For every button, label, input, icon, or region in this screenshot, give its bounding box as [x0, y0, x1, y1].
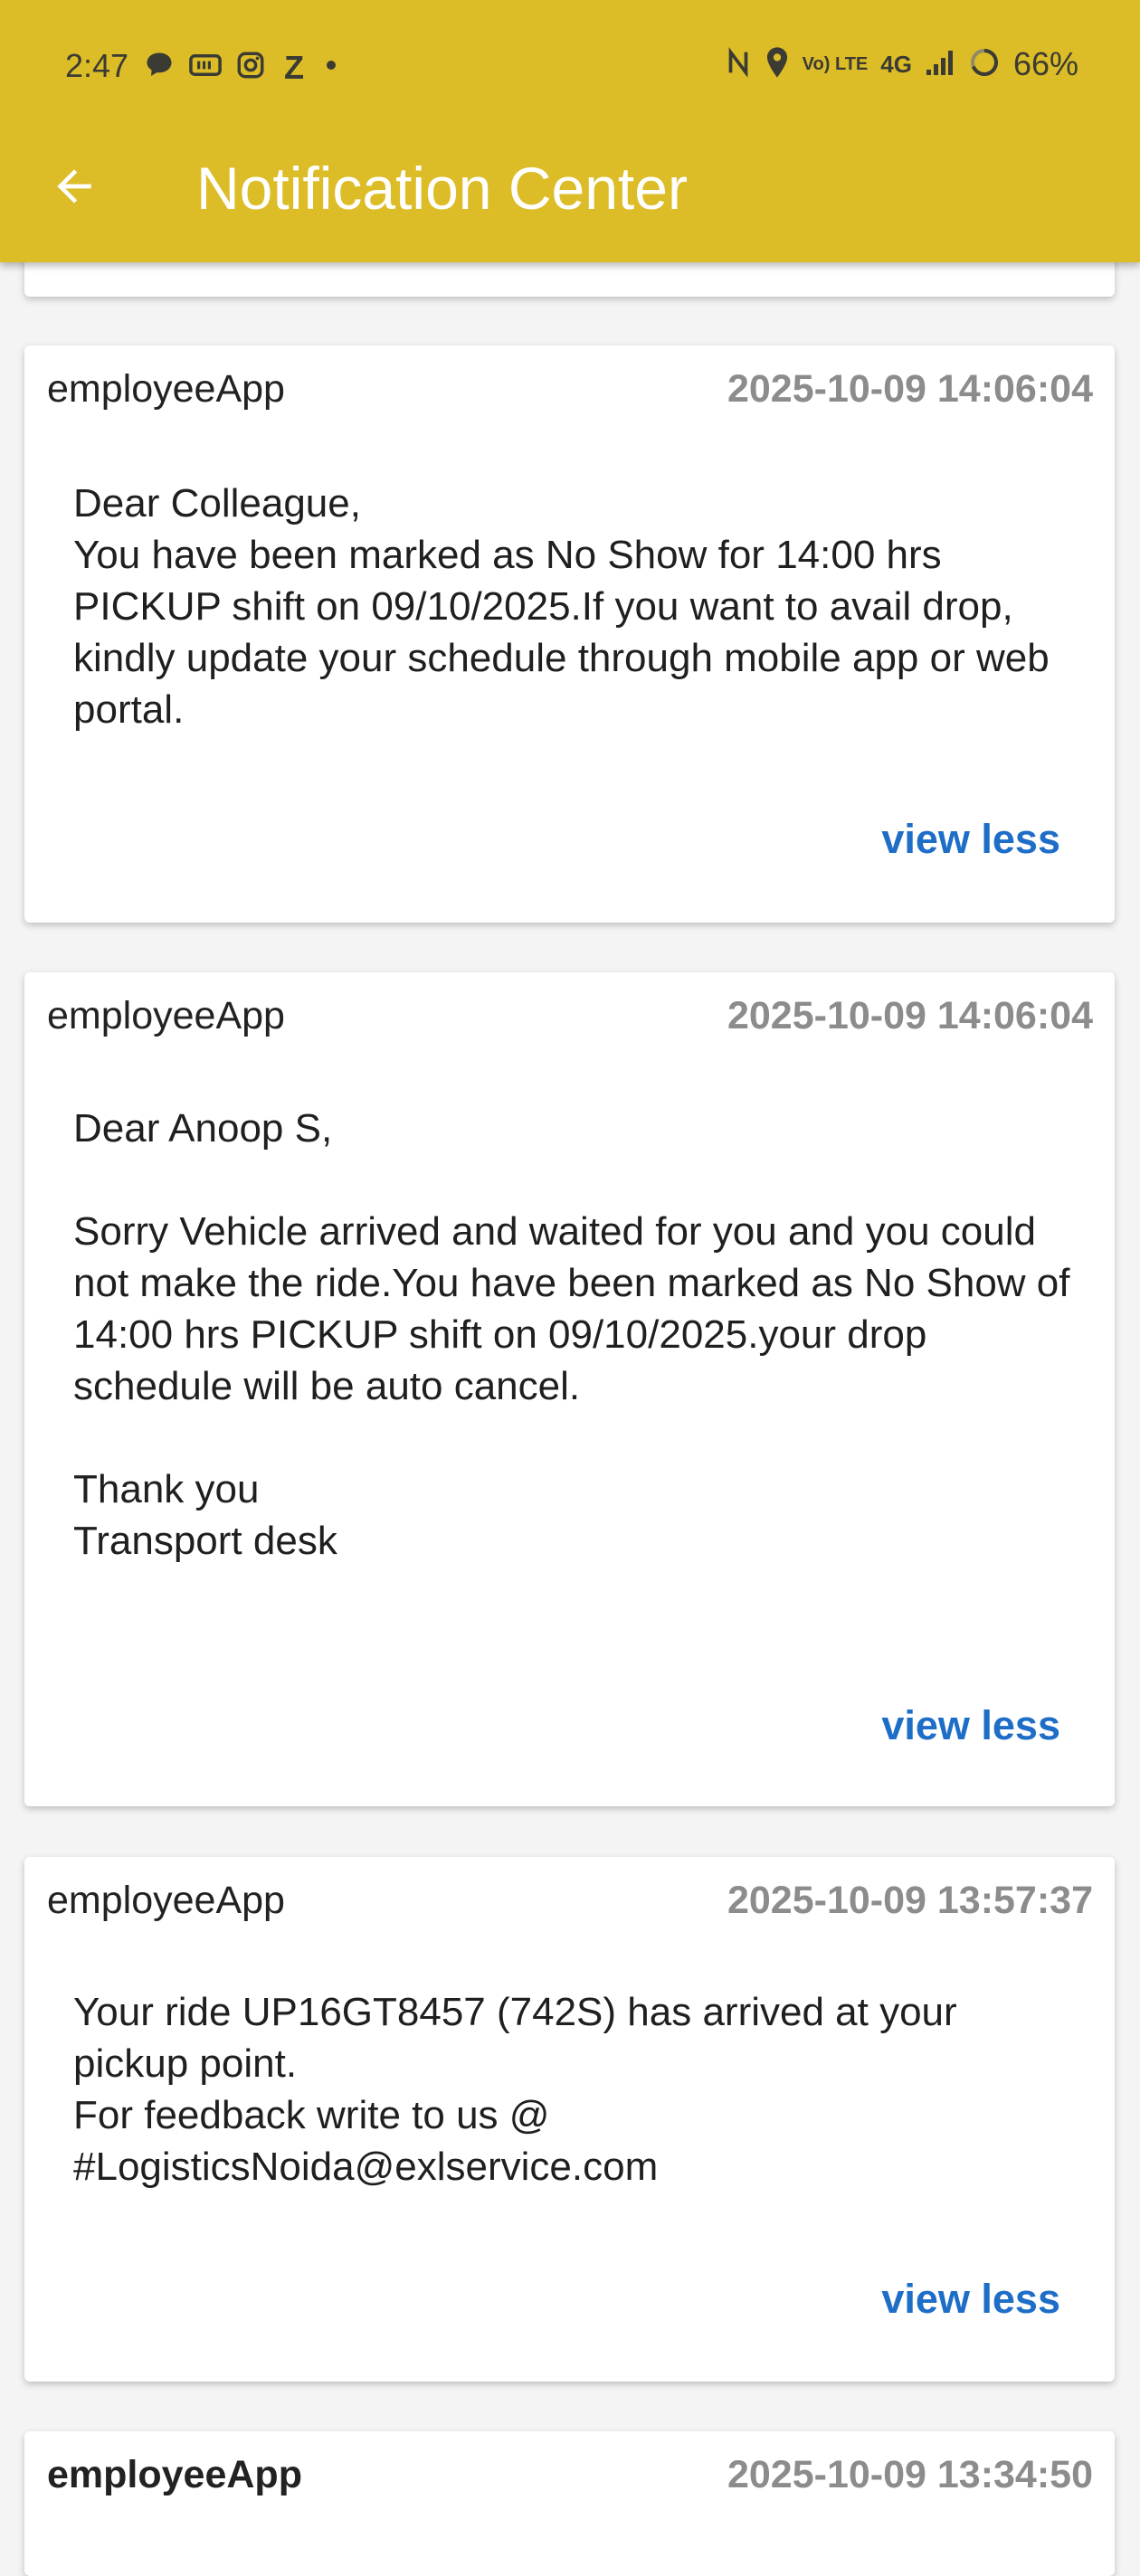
- notification-card: employeeApp 2025-10-09 14:06:04 Dear Col…: [24, 346, 1115, 923]
- notification-card: employeeApp 2025-10-09 13:34:50: [24, 2431, 1115, 2576]
- system-icons: Vo) LTE 4G 66%: [725, 45, 1078, 83]
- battery-percentage: 66%: [1012, 45, 1078, 82]
- app-bar: 2:47 Z Vo) LTE 4G 66% Notification Cente…: [0, 0, 1140, 262]
- volte-label: Vo) LTE: [802, 54, 869, 74]
- notification-timestamp: 2025-10-09 13:57:37: [727, 1879, 1093, 1922]
- notification-message: Dear Anoop S, Sorry Vehicle arrived and …: [73, 1106, 1070, 1563]
- z-app-icon: Z: [284, 48, 304, 86]
- notification-message: Your ride UP16GT8457 (742S) has arrived …: [73, 1990, 957, 2189]
- notification-timestamp: 2025-10-09 14:06:04: [727, 367, 1093, 411]
- notification-icons: Z: [143, 49, 340, 86]
- message-bubble-icon: [143, 49, 176, 86]
- back-button[interactable]: [36, 150, 112, 226]
- arrow-back-icon: [49, 161, 100, 216]
- notification-source: employeeApp: [47, 367, 285, 411]
- instagram-icon: [235, 50, 266, 85]
- view-less-link[interactable]: view less: [881, 2276, 1060, 2323]
- notification-message: Dear Colleague, You have been marked as …: [73, 481, 1050, 732]
- view-less-link[interactable]: view less: [881, 1702, 1060, 1749]
- view-less-link[interactable]: view less: [881, 816, 1060, 863]
- notification-timestamp: 2025-10-09 14:06:04: [727, 994, 1093, 1037]
- notification-card: employeeApp 2025-10-09 13:57:37 Your rid…: [24, 1857, 1115, 2382]
- battery-icon: [968, 46, 1001, 83]
- location-icon: [765, 46, 790, 83]
- dot-icon: [322, 56, 340, 79]
- notification-source: employeeApp: [47, 1879, 285, 1922]
- notification-source: employeeApp: [47, 2453, 302, 2496]
- notification-timestamp: 2025-10-09 13:34:50: [727, 2453, 1093, 2496]
- notification-card: employeeApp 2025-10-09 14:06:04 Dear Ano…: [24, 972, 1115, 1806]
- paytm-icon: [188, 49, 223, 86]
- status-time: 2:47: [65, 47, 129, 84]
- page-title: Notification Center: [196, 155, 688, 222]
- status-bar: 2:47 Z Vo) LTE 4G 66%: [0, 0, 1140, 136]
- signal-icon: [925, 48, 955, 81]
- notification-source: employeeApp: [47, 994, 285, 1037]
- network-type-label: 4G: [880, 51, 912, 78]
- nfc-icon: [725, 46, 752, 82]
